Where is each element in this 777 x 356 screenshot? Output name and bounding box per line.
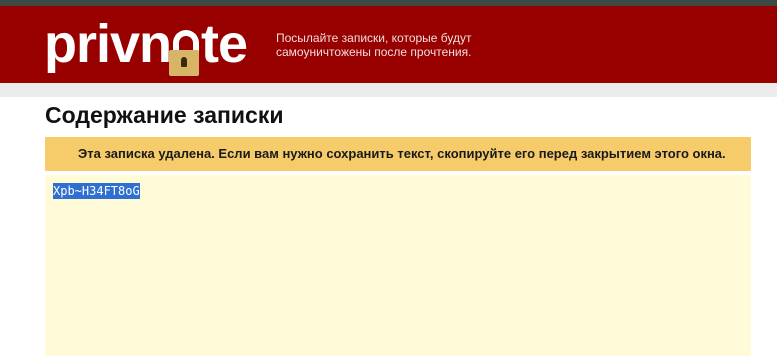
logo-text-end: te — [201, 14, 248, 74]
site-tagline: Посылайте записки, которые будут самоуни… — [276, 31, 472, 59]
note-content-area[interactable]: Xpb~H34FT8oG — [45, 175, 751, 356]
logo-text-n: n — [139, 14, 172, 74]
divider-band — [0, 83, 777, 97]
logo-text-start: priv — [44, 14, 140, 74]
note-text[interactable]: Xpb~H34FT8oG — [53, 183, 140, 199]
privnote-logo[interactable]: privn te — [44, 14, 248, 76]
main-content: Содержание записки Эта записка удалена. … — [0, 97, 777, 356]
deleted-notice-banner: Эта записка удалена. Если вам нужно сохр… — [45, 137, 751, 171]
page-title: Содержание записки — [45, 102, 284, 128]
padlock-icon — [169, 14, 201, 76]
site-header: privn te Посылайте записки, которые буду… — [0, 6, 777, 83]
